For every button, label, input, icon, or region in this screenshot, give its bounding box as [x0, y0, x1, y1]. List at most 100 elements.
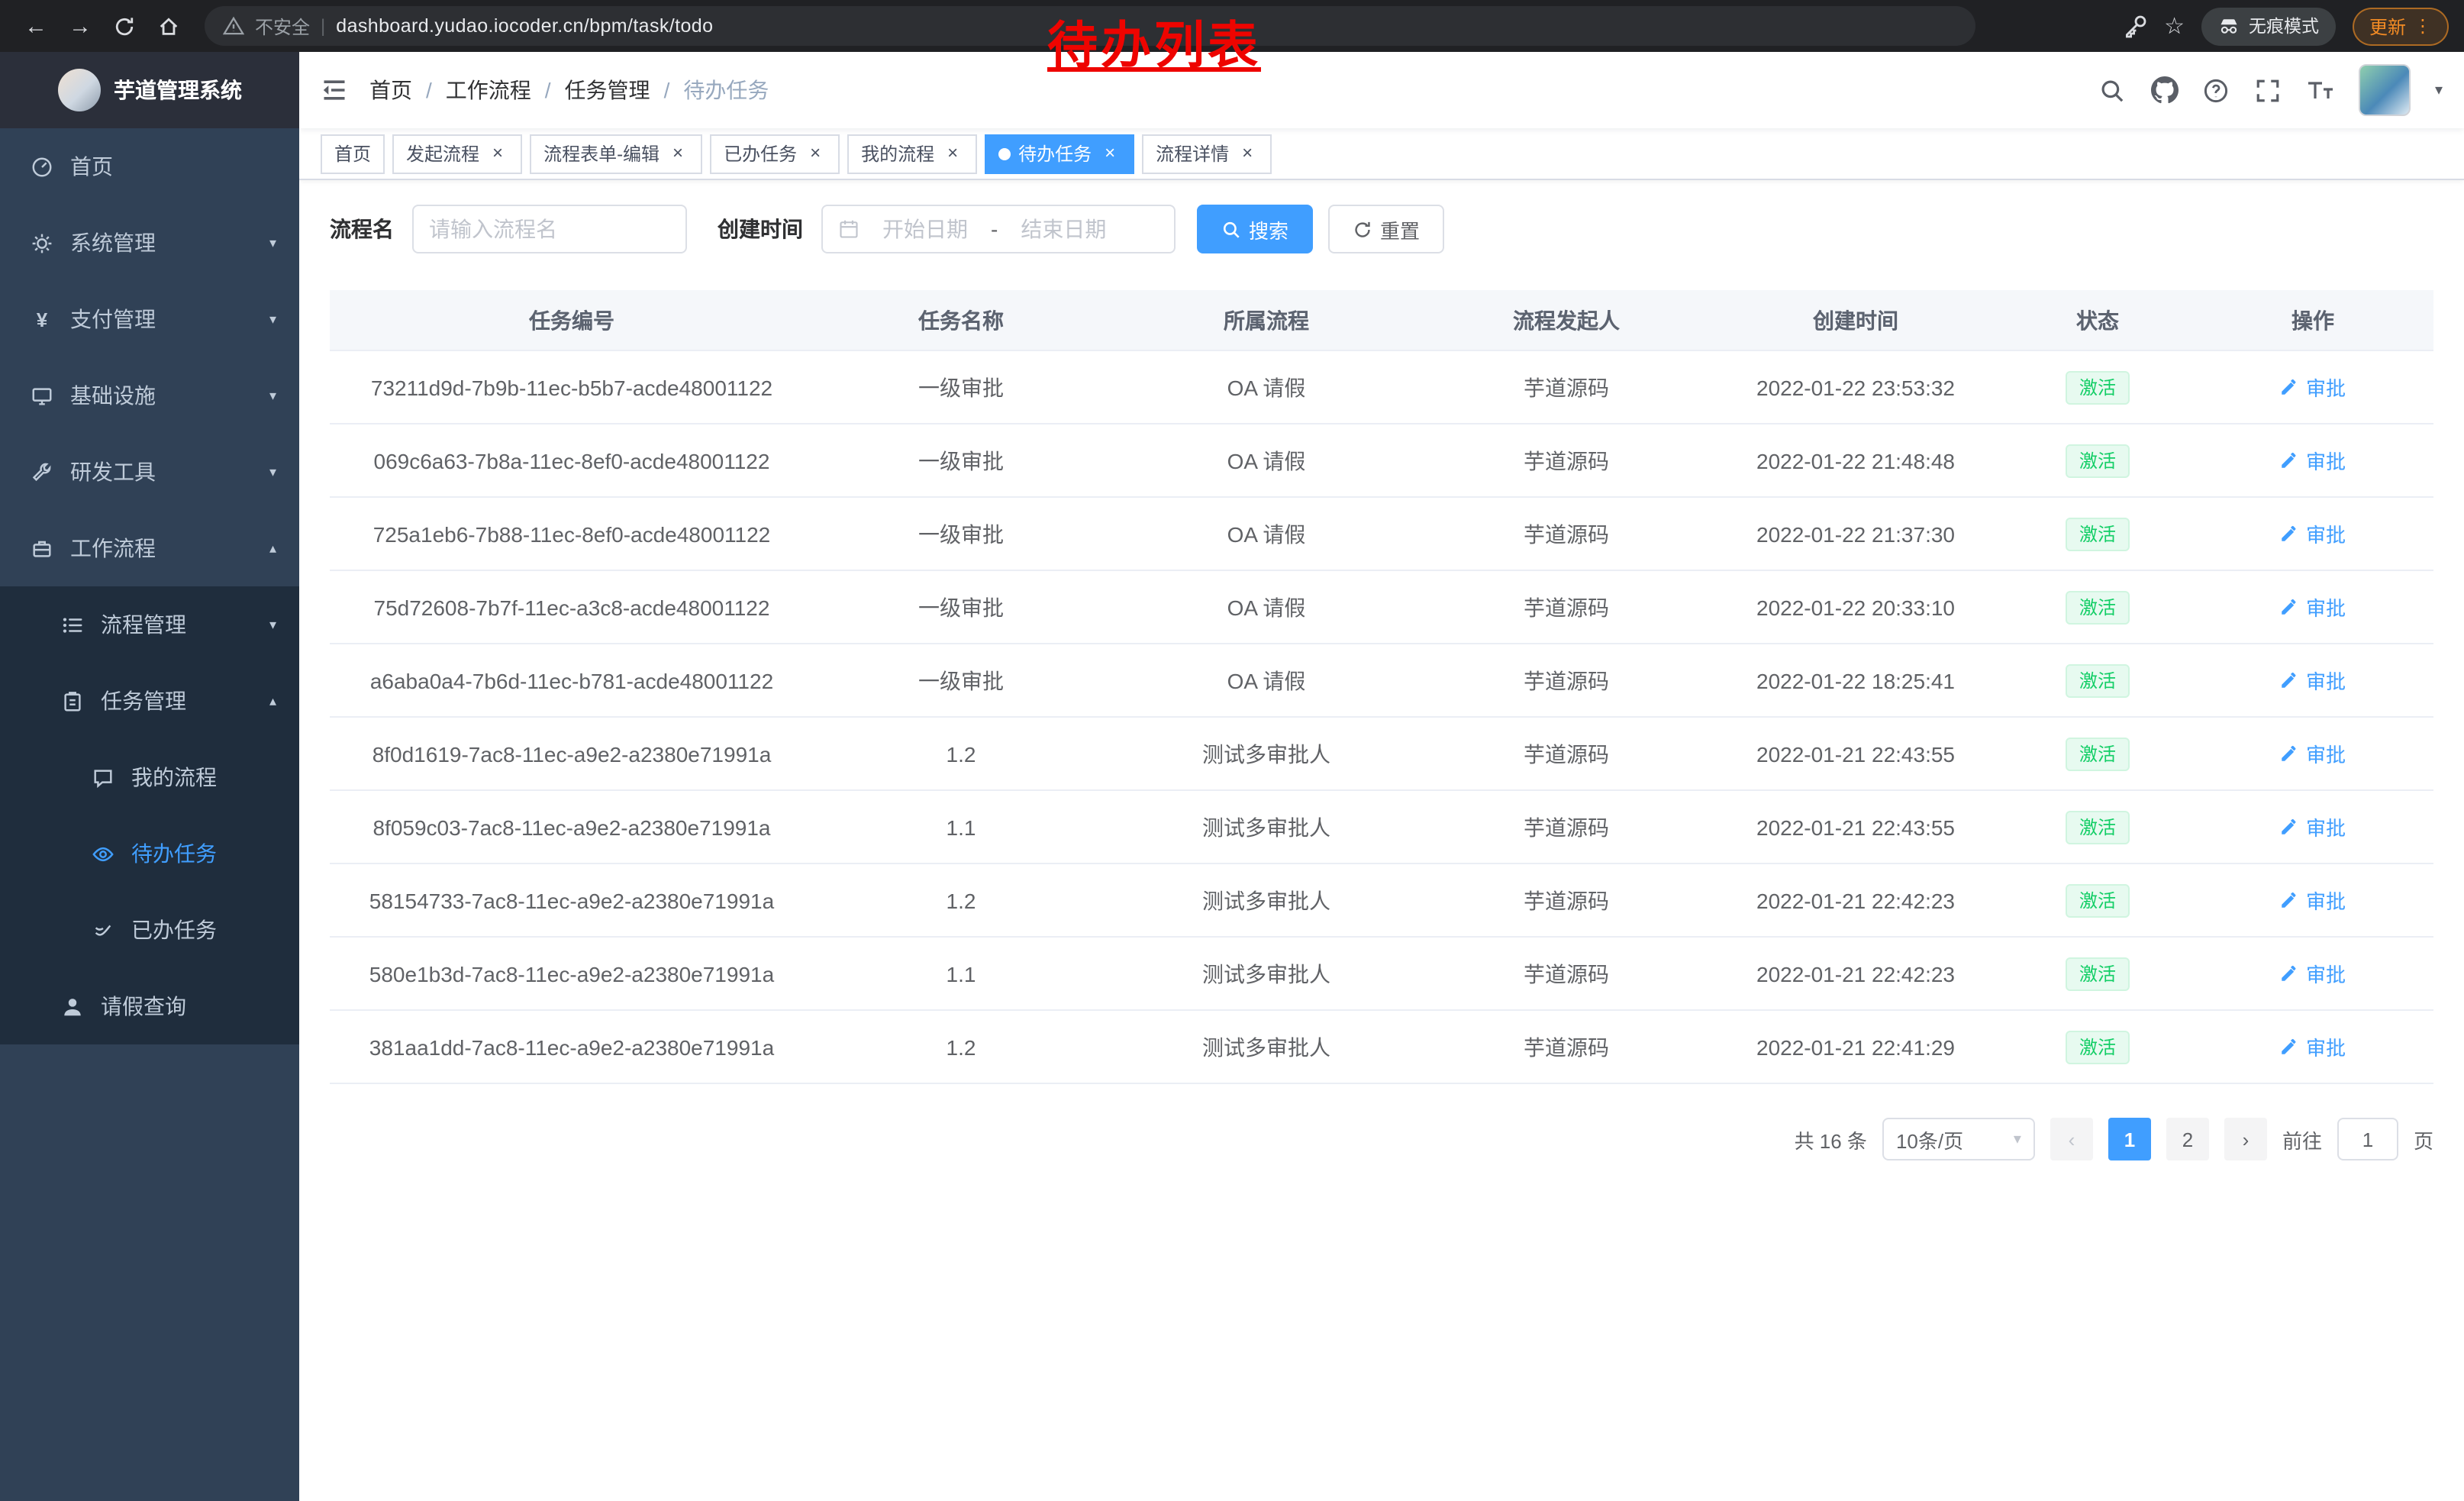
browser-forward-button[interactable]: → — [60, 5, 101, 47]
help-button[interactable] — [2203, 76, 2230, 104]
page-button-2[interactable]: 2 — [2166, 1118, 2209, 1160]
sidebar-item-my-process[interactable]: 我的流程 — [0, 739, 299, 815]
column-header-initiator: 流程发起人 — [1424, 305, 1708, 335]
user-avatar[interactable] — [2359, 64, 2411, 116]
search-button[interactable]: 搜索 — [1197, 205, 1313, 253]
approve-link[interactable]: 审批 — [2280, 373, 2346, 402]
sidebar-item-home[interactable]: 首页 — [0, 128, 299, 205]
status-cell: 激活 — [2003, 883, 2192, 917]
key-icon[interactable] — [2123, 14, 2147, 38]
chevron-down-icon: ▾ — [269, 616, 276, 633]
tab-process-form-edit[interactable]: 流程表单-编辑 × — [530, 134, 702, 173]
status-badge: 激活 — [2066, 663, 2130, 697]
list-icon — [61, 613, 84, 636]
search-icon — [1221, 219, 1241, 239]
status-cell: 激活 — [2003, 737, 2192, 770]
breadcrumb-item-home[interactable]: 首页 — [369, 75, 412, 105]
app-logo[interactable]: 芋道管理系统 — [0, 52, 299, 128]
sidebar-item-task-mgmt[interactable]: 任务管理 ▴ — [0, 663, 299, 739]
sidebar-item-system[interactable]: 系统管理 ▾ — [0, 205, 299, 281]
approve-link[interactable]: 审批 — [2280, 519, 2346, 548]
fullscreen-button[interactable] — [2255, 76, 2282, 104]
task-id-cell: 8f0d1619-7ac8-11ec-a9e2-a2380e71991a — [330, 741, 814, 766]
approve-label: 审批 — [2306, 812, 2346, 841]
approve-link[interactable]: 审批 — [2280, 592, 2346, 621]
breadcrumb-item-workflow[interactable]: 工作流程 — [446, 75, 531, 105]
created-time-cell: 2022-01-21 22:43:55 — [1708, 741, 2003, 766]
created-time-cell: 2022-01-22 18:25:41 — [1708, 668, 2003, 692]
check-circle-icon — [92, 918, 114, 941]
tab-done-tasks[interactable]: 已办任务 × — [710, 134, 840, 173]
tab-start-process[interactable]: 发起流程 × — [392, 134, 522, 173]
caret-down-icon[interactable]: ▾ — [2435, 82, 2443, 98]
home-icon — [157, 15, 180, 37]
reset-button[interactable]: 重置 — [1328, 205, 1444, 253]
initiator-cell: 芋道源码 — [1424, 958, 1708, 989]
process-name-input[interactable] — [429, 217, 670, 241]
prev-page-button[interactable]: ‹ — [2050, 1118, 2093, 1160]
page-size-select[interactable]: 10条/页 ▾ — [1882, 1118, 2035, 1160]
next-page-button[interactable]: › — [2224, 1118, 2267, 1160]
font-size-button[interactable] — [2307, 76, 2334, 104]
close-icon[interactable]: × — [487, 143, 508, 164]
task-id-cell: 381aa1dd-7ac8-11ec-a9e2-a2380e71991a — [330, 1035, 814, 1059]
tab-home[interactable]: 首页 — [321, 134, 385, 173]
approve-link[interactable]: 审批 — [2280, 886, 2346, 915]
created-time-cell: 2022-01-22 23:53:32 — [1708, 375, 2003, 399]
task-id-cell: a6aba0a4-7b6d-11ec-b781-acde48001122 — [330, 668, 814, 692]
sidebar-item-leave-query[interactable]: 请假查询 — [0, 968, 299, 1044]
header-search-button[interactable] — [2099, 76, 2127, 104]
breadcrumb-item-task-mgmt[interactable]: 任务管理 — [565, 75, 650, 105]
approve-link[interactable]: 审批 — [2280, 959, 2346, 988]
close-icon[interactable]: × — [1237, 143, 1258, 164]
browser-home-button[interactable] — [148, 5, 189, 47]
approve-link[interactable]: 审批 — [2280, 1032, 2346, 1061]
approve-link[interactable]: 审批 — [2280, 446, 2346, 475]
star-icon[interactable]: ☆ — [2164, 12, 2185, 40]
goto-label: 前往 — [2282, 1125, 2322, 1154]
edit-icon — [2280, 450, 2300, 470]
sidebar-item-label: 研发工具 — [70, 457, 156, 487]
gear-icon — [31, 231, 53, 254]
tab-process-detail[interactable]: 流程详情 × — [1142, 134, 1272, 173]
approve-link[interactable]: 审批 — [2280, 666, 2346, 695]
start-date-input[interactable] — [866, 217, 985, 241]
end-date-input[interactable] — [1004, 217, 1123, 241]
sidebar-toggle-button[interactable] — [299, 52, 369, 128]
sidebar-item-todo-tasks[interactable]: 待办任务 — [0, 815, 299, 892]
sidebar-item-done-tasks[interactable]: 已办任务 — [0, 892, 299, 968]
tab-label: 流程详情 — [1156, 140, 1229, 166]
active-dot — [998, 147, 1011, 160]
initiator-cell: 芋道源码 — [1424, 592, 1708, 622]
tab-my-process[interactable]: 我的流程 × — [847, 134, 977, 173]
close-icon[interactable]: × — [667, 143, 689, 164]
close-icon[interactable]: × — [1099, 143, 1121, 164]
briefcase-icon — [31, 537, 53, 560]
clipboard-icon — [61, 689, 84, 712]
browser-menu-icon[interactable]: ⋮ — [2414, 15, 2432, 37]
page-button-1[interactable]: 1 — [2108, 1118, 2151, 1160]
date-range-picker[interactable]: - — [821, 205, 1176, 253]
sidebar-item-devtools[interactable]: 研发工具 ▾ — [0, 434, 299, 510]
approve-link[interactable]: 审批 — [2280, 812, 2346, 841]
task-name-cell: 一级审批 — [814, 518, 1108, 549]
tab-label: 待办任务 — [1018, 140, 1092, 166]
close-icon[interactable]: × — [942, 143, 963, 164]
browser-reload-button[interactable] — [104, 5, 145, 47]
process-cell: OA 请假 — [1108, 665, 1424, 696]
chevron-up-icon: ▴ — [269, 540, 276, 557]
task-id-cell: 725a1eb6-7b88-11ec-8ef0-acde48001122 — [330, 521, 814, 546]
sidebar-item-process-mgmt[interactable]: 流程管理 ▾ — [0, 586, 299, 663]
tab-todo-tasks[interactable]: 待办任务 × — [985, 134, 1134, 173]
goto-page-input[interactable] — [2337, 1118, 2398, 1160]
approve-link[interactable]: 审批 — [2280, 739, 2346, 768]
github-link[interactable] — [2151, 76, 2179, 104]
edit-icon — [2280, 744, 2300, 763]
close-icon[interactable]: × — [805, 143, 826, 164]
sidebar-item-payment[interactable]: ¥ 支付管理 ▾ — [0, 281, 299, 357]
browser-back-button[interactable]: ← — [15, 5, 56, 47]
sidebar-item-infra[interactable]: 基础设施 ▾ — [0, 357, 299, 434]
sidebar-item-workflow[interactable]: 工作流程 ▴ — [0, 510, 299, 586]
update-button[interactable]: 更新 ⋮ — [2353, 7, 2449, 45]
chat-icon — [92, 766, 114, 789]
